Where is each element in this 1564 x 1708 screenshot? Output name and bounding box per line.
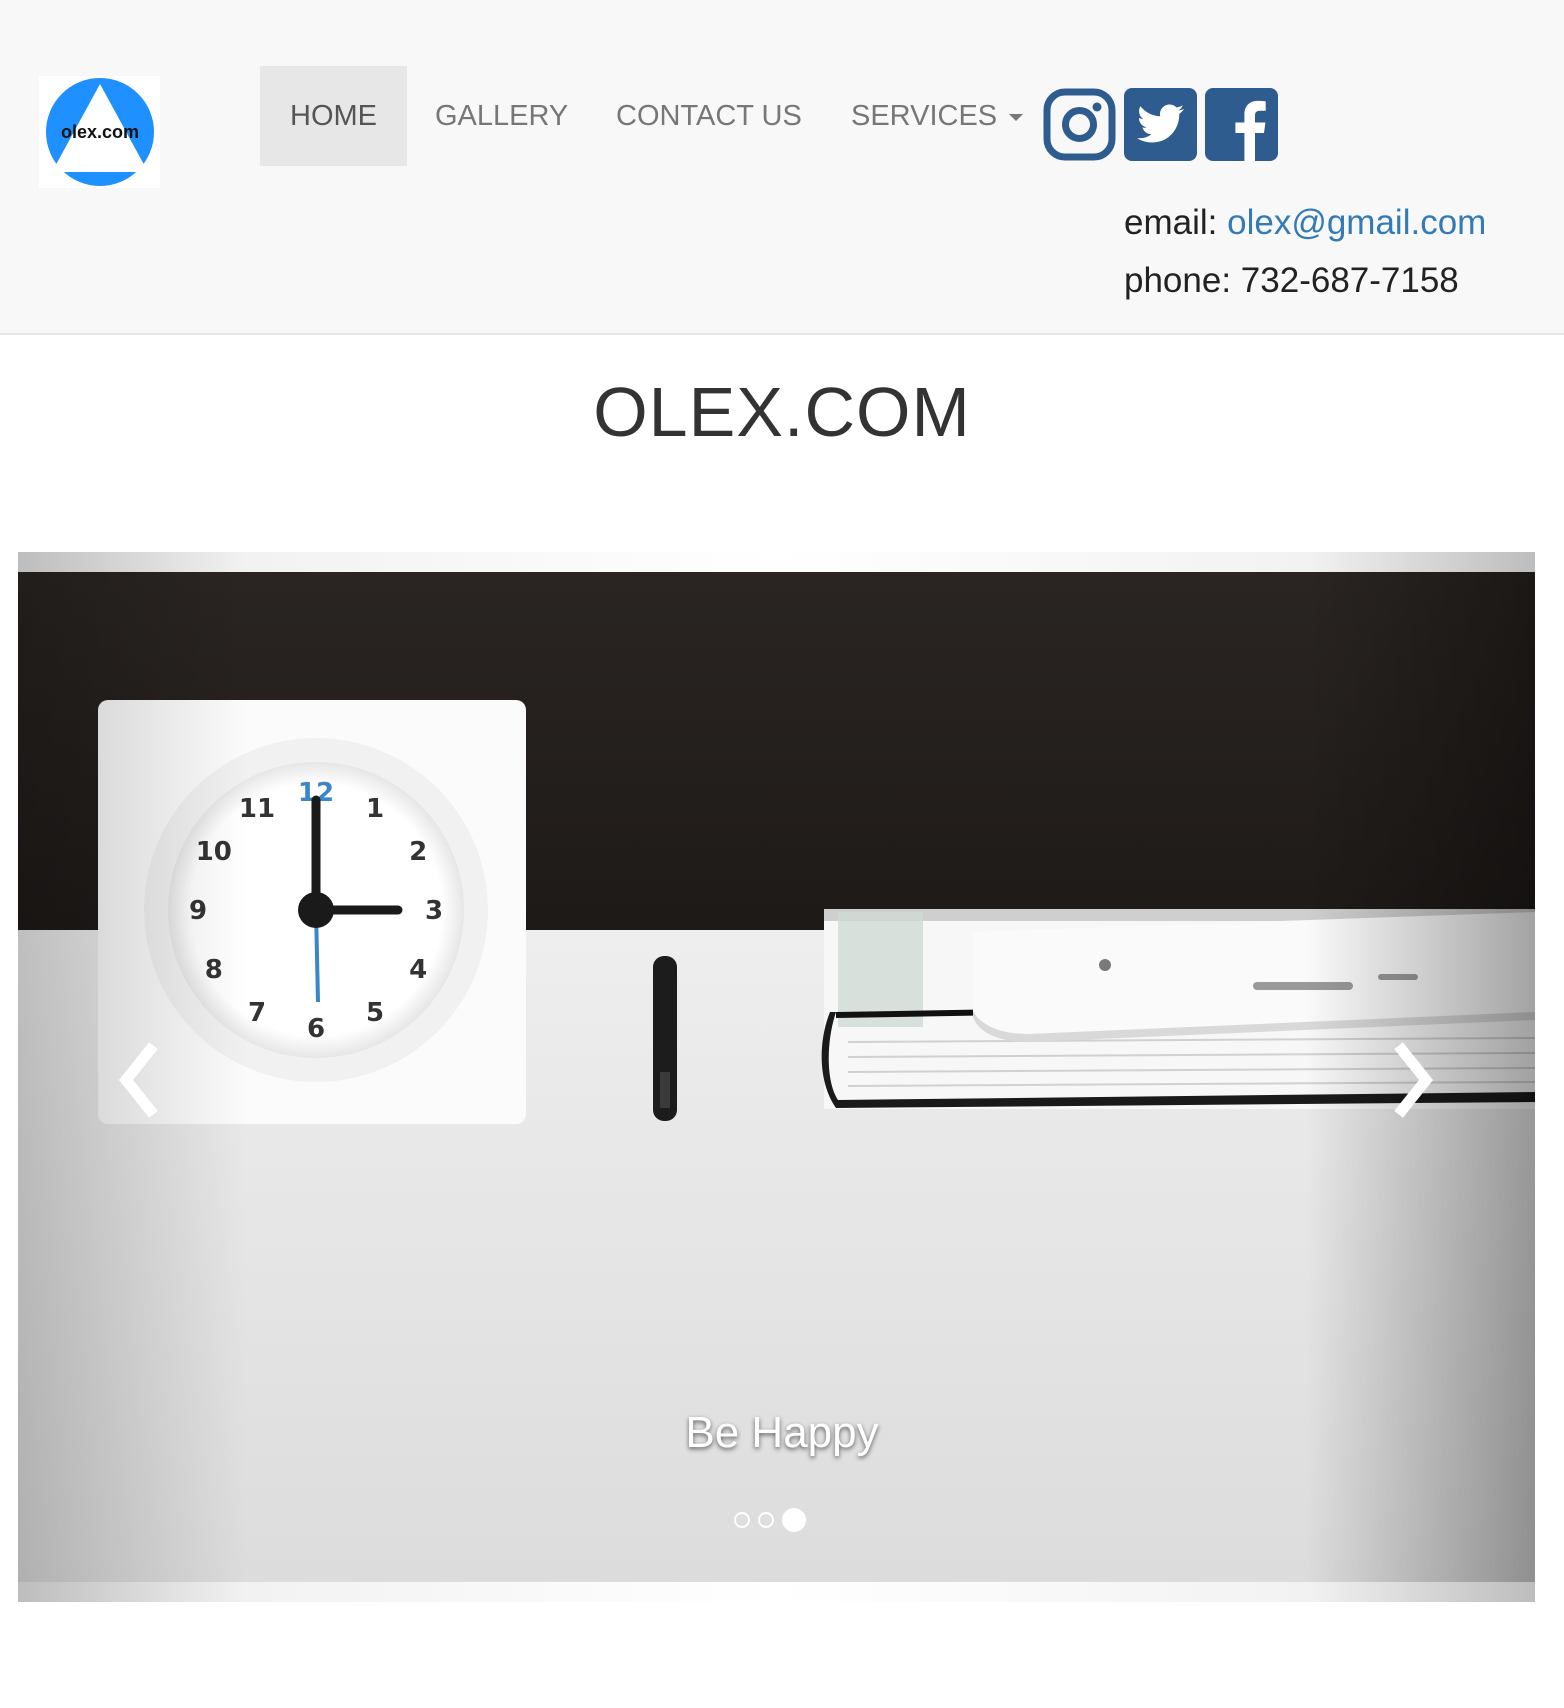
carousel-border-bottom	[18, 1582, 1535, 1602]
carousel-indicator-2[interactable]	[758, 1512, 774, 1528]
logo-text: olex.com	[60, 122, 138, 142]
chevron-left-icon	[118, 1042, 158, 1118]
clock-numeral: 7	[248, 998, 266, 1028]
instagram-icon[interactable]	[1043, 88, 1116, 161]
chevron-right-icon	[1394, 1042, 1434, 1118]
carousel-border-top	[18, 552, 1535, 572]
nav-services-label: SERVICES	[851, 100, 998, 132]
pen-illustration	[653, 956, 677, 1121]
navbar: olex.com HOME GALLERY CONTACT US SERVICE…	[0, 0, 1564, 335]
phone-label: phone:	[1124, 261, 1232, 300]
nav-contact-us[interactable]: CONTACT US	[586, 66, 832, 166]
clock-numeral: 8	[205, 955, 223, 985]
facebook-icon[interactable]	[1205, 88, 1278, 161]
email-label: email:	[1124, 203, 1218, 242]
caret-down-icon	[1009, 113, 1024, 121]
twitter-icon[interactable]	[1124, 88, 1197, 161]
clock-numeral: 3	[425, 896, 443, 926]
carousel-caption: Be Happy	[685, 1408, 879, 1457]
brand-logo[interactable]: olex.com	[39, 76, 160, 188]
clock-numeral: 4	[409, 955, 427, 985]
contact-phone: phone: 732-687-7158	[1124, 261, 1459, 301]
contact-email: email: olex@gmail.com	[1124, 203, 1486, 243]
nav-services[interactable]: SERVICES	[821, 66, 1053, 166]
nav-gallery[interactable]: GALLERY	[405, 66, 598, 166]
clock-numeral: 2	[409, 837, 427, 867]
carousel-indicators	[734, 1508, 814, 1532]
carousel-indicator-1[interactable]	[734, 1512, 750, 1528]
clock-numeral: 10	[196, 837, 232, 867]
phone-number: 732-687-7158	[1240, 261, 1459, 300]
clock-numeral: 6	[307, 1014, 325, 1044]
page-title: OLEX.COM	[593, 373, 971, 451]
nav-home[interactable]: HOME	[260, 66, 407, 166]
clock-numeral: 9	[189, 896, 207, 926]
carousel-indicator-3[interactable]	[782, 1508, 806, 1532]
phone-illustration	[973, 912, 1535, 1042]
carousel-next-button[interactable]	[1384, 1040, 1444, 1120]
logo-icon: olex.com	[45, 78, 154, 186]
clock-numeral: 5	[366, 998, 384, 1028]
clock-numeral: 11	[239, 794, 275, 824]
clock-numeral: 1	[366, 794, 384, 824]
email-link[interactable]: olex@gmail.com	[1227, 203, 1486, 242]
carousel-prev-button[interactable]	[108, 1040, 168, 1120]
